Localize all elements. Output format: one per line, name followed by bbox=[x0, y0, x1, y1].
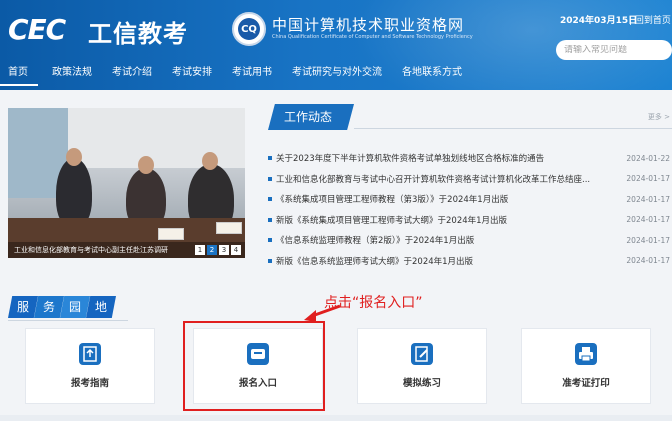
bottom-bar bbox=[0, 415, 672, 421]
site-header: CEC 工信教考 CQ 中国计算机技术职业资格网 China Qualifica… bbox=[0, 0, 672, 90]
site-subtitle: China Qualification Certificate of Compu… bbox=[272, 34, 473, 40]
news-item[interactable]: 新版《系统集成项目管理工程师考试大纲》于2024年1月出版 2024-01-17 bbox=[268, 210, 672, 231]
service-divider bbox=[8, 320, 128, 321]
bullet-icon bbox=[268, 197, 272, 202]
bullet-icon bbox=[268, 156, 272, 161]
printer-icon bbox=[575, 343, 597, 365]
main-content: 工业和信息化部教育与考试中心副主任赴江苏调研 1 2 3 4 工作动态 更多 >… bbox=[0, 90, 672, 421]
header-date: 2024年03月15日 bbox=[560, 16, 638, 26]
carousel-page-2[interactable]: 2 bbox=[207, 245, 217, 255]
search-box[interactable] bbox=[556, 40, 672, 60]
news-item-title[interactable]: 关于2023年度下半年计算机软件资格考试单独划线地区合格标准的通告 bbox=[276, 152, 614, 164]
news-more-link[interactable]: 更多 > bbox=[648, 112, 670, 122]
card-practice-exam[interactable]: 模拟练习 bbox=[357, 328, 487, 404]
main-nav: 首页 政策法规 考试介绍 考试安排 考试用书 考试研究与对外交流 各地联系方式 bbox=[0, 64, 472, 86]
home-link[interactable]: | 回到首页 bbox=[629, 13, 671, 26]
bullet-icon bbox=[268, 238, 272, 243]
card-label: 报考指南 bbox=[70, 378, 109, 389]
highlight-box bbox=[183, 321, 325, 411]
news-section-title: 工作动态 bbox=[268, 104, 354, 130]
logo-title[interactable]: 工信教考 bbox=[88, 14, 188, 49]
nav-item-research[interactable]: 考试研究与对外交流 bbox=[292, 64, 392, 86]
site-title: 中国计算机技术职业资格网 bbox=[272, 16, 465, 34]
service-title-char: 务 bbox=[34, 296, 64, 318]
news-item-date: 2024-01-17 bbox=[626, 256, 670, 266]
service-section-title: 服 务 园 地 bbox=[8, 296, 116, 318]
carousel-pager: 1 2 3 4 bbox=[195, 245, 241, 255]
news-item[interactable]: 关于2023年度下半年计算机软件资格考试单独划线地区合格标准的通告 2024-0… bbox=[268, 148, 672, 169]
cec-logo[interactable]: CEC bbox=[8, 13, 66, 46]
service-title-char: 地 bbox=[86, 296, 116, 318]
news-header: 工作动态 更多 > bbox=[268, 104, 672, 130]
banner-nameplate bbox=[216, 222, 242, 234]
news-item-title[interactable]: 新版《系统集成项目管理工程师考试大纲》于2024年1月出版 bbox=[276, 214, 614, 226]
news-item-date: 2024-01-17 bbox=[626, 235, 670, 245]
news-item[interactable]: 新版《信息系统监理师考试大纲》于2024年1月出版 2024-01-17 bbox=[268, 251, 672, 272]
news-item-title[interactable]: 新版《信息系统监理师考试大纲》于2024年1月出版 bbox=[276, 255, 614, 267]
card-admission-ticket-print[interactable]: 准考证打印 bbox=[521, 328, 651, 404]
banner-head bbox=[138, 156, 154, 174]
banner-carousel[interactable]: 工业和信息化部教育与考试中心副主任赴江苏调研 1 2 3 4 bbox=[8, 108, 245, 258]
nav-item-home[interactable]: 首页 bbox=[0, 64, 38, 86]
bullet-icon bbox=[268, 176, 272, 181]
banner-nameplate bbox=[158, 228, 184, 240]
news-item[interactable]: 工业和信息化部教育与考试中心召开计算机软件资格考试计算机化改革工作总结座... … bbox=[268, 169, 672, 190]
news-item-title[interactable]: 《信息系统监理师教程（第2版）》于2024年1月出版 bbox=[276, 234, 614, 246]
news-item-date: 2024-01-22 bbox=[626, 153, 670, 163]
nav-item-policy[interactable]: 政策法规 bbox=[52, 64, 102, 86]
carousel-page-4[interactable]: 4 bbox=[231, 245, 241, 255]
edit-document-icon bbox=[411, 343, 433, 365]
nav-item-schedule[interactable]: 考试安排 bbox=[172, 64, 222, 86]
news-item-date: 2024-01-17 bbox=[626, 174, 670, 184]
news-item-date: 2024-01-17 bbox=[626, 194, 670, 204]
bullet-icon bbox=[268, 258, 272, 263]
news-list: 关于2023年度下半年计算机软件资格考试单独划线地区合格标准的通告 2024-0… bbox=[268, 148, 672, 271]
bullet-icon bbox=[268, 217, 272, 222]
service-title-char: 园 bbox=[60, 296, 90, 318]
emblem-logo-inner: CQ bbox=[238, 18, 260, 40]
annotation-text: 点击“报名入口” bbox=[324, 295, 423, 311]
service-title-char: 服 bbox=[8, 296, 38, 318]
nav-item-contacts[interactable]: 各地联系方式 bbox=[402, 64, 472, 86]
nav-item-books[interactable]: 考试用书 bbox=[232, 64, 282, 86]
news-item-title[interactable]: 工业和信息化部教育与考试中心召开计算机软件资格考试计算机化改革工作总结座... bbox=[276, 173, 614, 185]
banner-head bbox=[202, 152, 218, 170]
search-input[interactable] bbox=[564, 45, 660, 55]
news-divider bbox=[354, 128, 672, 129]
upload-document-icon bbox=[79, 343, 101, 365]
card-label: 准考证打印 bbox=[562, 378, 610, 389]
banner-head bbox=[66, 148, 82, 166]
news-item[interactable]: 《信息系统监理师教程（第2版）》于2024年1月出版 2024-01-17 bbox=[268, 230, 672, 251]
carousel-page-1[interactable]: 1 bbox=[195, 245, 205, 255]
news-item-title[interactable]: 《系统集成项目管理工程师教程（第3版）》于2024年1月出版 bbox=[276, 193, 614, 205]
carousel-page-3[interactable]: 3 bbox=[219, 245, 229, 255]
nav-item-intro[interactable]: 考试介绍 bbox=[112, 64, 162, 86]
news-item[interactable]: 《系统集成项目管理工程师教程（第3版）》于2024年1月出版 2024-01-1… bbox=[268, 189, 672, 210]
news-item-date: 2024-01-17 bbox=[626, 215, 670, 225]
emblem-logo: CQ bbox=[232, 12, 266, 46]
card-exam-guide[interactable]: 报考指南 bbox=[25, 328, 155, 404]
card-label: 模拟练习 bbox=[402, 378, 441, 389]
